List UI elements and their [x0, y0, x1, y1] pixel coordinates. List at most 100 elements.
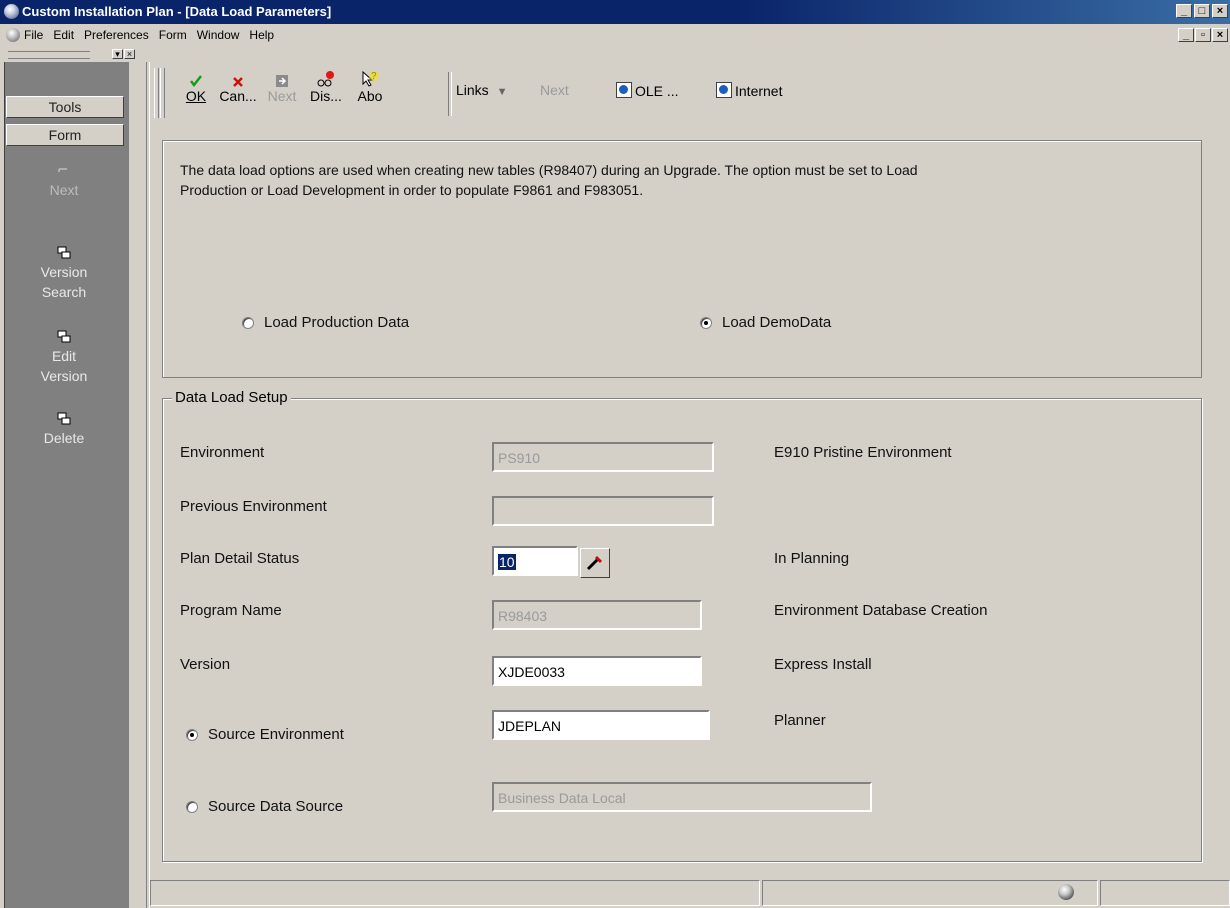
ok-button[interactable]: OK	[176, 70, 216, 104]
display-glasses-icon	[317, 71, 334, 87]
environment-field[interactable]: PS910	[492, 442, 714, 472]
radio-circle-selected	[700, 316, 712, 329]
mdi-close-button[interactable]: ×	[1212, 28, 1228, 42]
mdi-restore-button[interactable]: ▫	[1195, 28, 1211, 42]
source-environment-field[interactable]: JDEPLAN	[492, 710, 710, 740]
next-arrow-icon	[58, 168, 67, 172]
form-button[interactable]: Form	[6, 124, 124, 146]
about-help-icon: ?	[362, 70, 379, 87]
chevron-down-icon: ▼	[496, 86, 508, 98]
ole-button[interactable]: OLE ...	[616, 82, 679, 99]
menu-window[interactable]: Window	[197, 28, 240, 42]
menu-help[interactable]: Help	[249, 28, 274, 42]
visual-assist-button[interactable]	[580, 548, 610, 578]
toolbar: OK Can... Next Dis... ? Abo Links ▼ Next…	[150, 62, 1230, 122]
internet-label: Internet	[735, 83, 783, 99]
next-button[interactable]: Next	[262, 70, 302, 104]
status-cell-main	[150, 880, 760, 906]
menu-preferences[interactable]: Preferences	[84, 28, 149, 42]
ole-globe-icon	[616, 82, 632, 98]
message-line-2: Production or Load Development in order …	[180, 182, 644, 198]
ole-label: OLE ...	[635, 83, 679, 99]
radio-circle	[186, 800, 198, 813]
menu-bar: File Edit Preferences Form Window Help _…	[0, 24, 1230, 46]
menu-edit[interactable]: Edit	[53, 28, 74, 42]
menu-file[interactable]: File	[24, 28, 43, 42]
panel-close-icon[interactable]: ×	[124, 49, 135, 59]
status-globe-icon	[1058, 884, 1074, 900]
internet-button[interactable]: Internet	[716, 82, 782, 99]
left-item-edit-version[interactable]: Edit Version	[4, 330, 124, 386]
radio-circle-selected	[186, 728, 198, 741]
vertical-divider	[146, 62, 150, 908]
plan-detail-status-label: Plan Detail Status	[180, 550, 300, 567]
links-label: Links	[456, 82, 489, 98]
source-environment-radio[interactable]: Source Environment	[186, 726, 344, 743]
toolbar-handle-2	[160, 68, 165, 118]
version-label: Version	[180, 656, 231, 673]
group-title: Data Load Setup	[172, 389, 291, 406]
status-bar	[150, 878, 1230, 908]
message-line-1: The data load options are used when crea…	[180, 162, 918, 178]
next-label: Next	[267, 88, 297, 104]
maximize-button[interactable]: □	[1194, 4, 1210, 18]
left-item-label: Next	[49, 182, 79, 198]
version-icon	[57, 246, 71, 259]
links-next-button[interactable]: Next	[540, 82, 569, 98]
left-item-version-search[interactable]: Version Search	[4, 246, 124, 302]
minimize-button[interactable]: _	[1176, 4, 1192, 18]
source-environment-label: Source Environment	[208, 726, 344, 743]
left-item-delete[interactable]: Delete	[4, 412, 124, 448]
title-bar: Custom Installation Plan - [Data Load Pa…	[0, 0, 1230, 24]
version-field[interactable]: XJDE0033	[492, 656, 702, 686]
next-arrow-icon	[276, 75, 288, 87]
status-cell-end	[1100, 880, 1230, 906]
source-data-source-radio[interactable]: Source Data Source	[186, 798, 343, 815]
grip-lines	[8, 51, 90, 59]
environment-label: Environment	[180, 444, 265, 461]
source-data-source-label: Source Data Source	[208, 798, 344, 815]
plan-detail-status-desc: In Planning	[774, 550, 850, 567]
ok-label: OK	[185, 88, 207, 104]
cancel-x-icon	[233, 77, 243, 87]
version-icon	[57, 330, 71, 343]
menu-form[interactable]: Form	[159, 28, 187, 42]
document-globe-icon[interactable]	[6, 28, 20, 42]
load-demo-radio[interactable]: Load DemoData	[700, 314, 831, 331]
load-production-radio[interactable]: Load Production Data	[242, 314, 409, 331]
about-button[interactable]: ? Abo	[350, 70, 390, 104]
left-item-next[interactable]: Next	[4, 166, 124, 200]
window-title: Custom Installation Plan - [Data Load Pa…	[22, 4, 332, 19]
toolbar-handle[interactable]	[154, 68, 159, 118]
cancel-button[interactable]: Can...	[218, 70, 258, 104]
plan-detail-status-field[interactable]: 10	[492, 546, 578, 576]
plan-detail-status-value: 10	[498, 554, 516, 570]
tools-button[interactable]: Tools	[6, 96, 124, 118]
left-item-label: Delete	[43, 430, 85, 446]
left-item-label: Version Search	[40, 264, 88, 300]
app-globe-icon[interactable]	[4, 4, 19, 19]
version-desc: Express Install	[774, 656, 872, 673]
links-button[interactable]: Links ▼	[456, 82, 507, 98]
cancel-label: Can...	[219, 88, 257, 104]
flashlight-search-icon	[586, 555, 603, 571]
display-label: Dis...	[310, 88, 342, 104]
left-item-label: Edit Version	[40, 348, 88, 384]
mdi-minimize-button[interactable]: _	[1178, 28, 1194, 42]
close-button[interactable]: ×	[1212, 4, 1228, 18]
source-data-source-field[interactable]: Business Data Local	[492, 782, 872, 812]
source-environment-desc: Planner	[774, 712, 826, 729]
program-name-field[interactable]: R98403	[492, 600, 702, 630]
load-production-label: Load Production Data	[264, 314, 410, 331]
left-panel-grip[interactable]: ▾ ×	[4, 48, 142, 62]
radio-circle	[242, 316, 254, 329]
display-button[interactable]: Dis...	[306, 70, 346, 104]
panel-menu-icon[interactable]: ▾	[112, 49, 123, 59]
toolbar-separator	[448, 72, 452, 116]
internet-globe-icon	[716, 82, 732, 98]
status-cell-secondary	[762, 880, 1098, 906]
about-label: Abo	[357, 88, 383, 104]
version-icon	[57, 412, 71, 425]
data-load-message: The data load options are used when crea…	[180, 160, 1200, 200]
previous-environment-field[interactable]	[492, 496, 714, 526]
